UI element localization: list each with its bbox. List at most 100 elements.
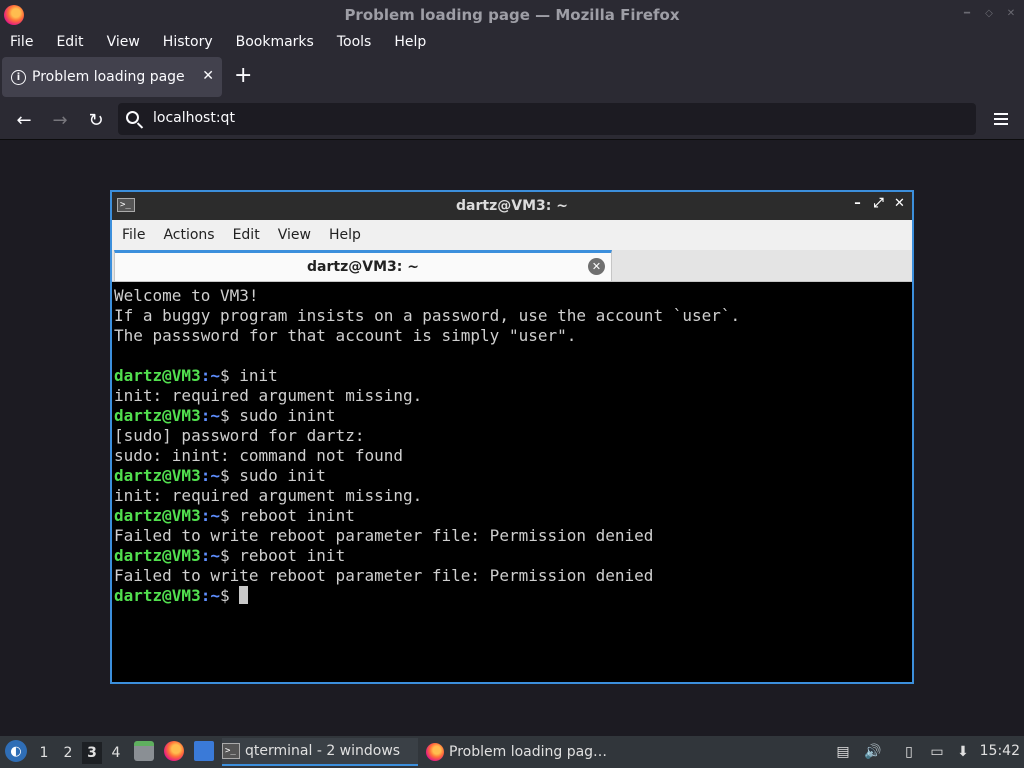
terminal-prompt-line: dartz@VM3:~$ reboot init (114, 546, 910, 566)
prompt-command: $ reboot init (219, 546, 346, 565)
task-label: Problem loading pag… (449, 744, 608, 760)
terminal-output-line: init: required argument missing. (114, 386, 423, 405)
new-tab-button[interactable]: + (234, 64, 252, 88)
minimize-icon[interactable]: – (851, 196, 864, 211)
firefox-window-title: Problem loading page — Mozilla Firefox (344, 6, 680, 24)
terminal-menu-view[interactable]: View (278, 227, 311, 243)
forward-icon[interactable]: → (48, 108, 72, 132)
terminal-prompt-line: dartz@VM3:~$ (114, 586, 910, 606)
prompt-dir: :~ (200, 506, 220, 525)
tab-close-icon[interactable]: ✕ (202, 68, 214, 84)
terminal-titlebar: >_ dartz@VM3: ~ – ⤢ ✕ (112, 192, 912, 220)
firefox-launcher-icon[interactable] (164, 741, 184, 761)
prompt-dir: :~ (200, 546, 220, 565)
terminal-output-line: The passsword for that account is simply… (114, 326, 577, 345)
prompt-dir: :~ (200, 406, 220, 425)
workspace-2[interactable]: 2 (58, 742, 78, 764)
menu-view[interactable]: View (107, 34, 140, 50)
terminal-window-controls: – ⤢ ✕ (851, 196, 906, 211)
firefox-logo-icon (4, 5, 24, 25)
task-label: qterminal - 2 windows (245, 743, 401, 759)
tab-problem-loading[interactable]: i Problem loading page ✕ (2, 57, 222, 97)
terminal-prompt-line: dartz@VM3:~$ reboot inint (114, 506, 910, 526)
updates-icon[interactable]: ⬇ (954, 743, 972, 761)
terminal-output-line: [sudo] password for dartz: (114, 426, 365, 445)
terminal-prompt-line: dartz@VM3:~$ sudo inint (114, 406, 910, 426)
prompt-command: $ sudo inint (219, 406, 336, 425)
terminal-output-line: init: required argument missing. (114, 486, 423, 505)
terminal-menubar: File Actions Edit View Help (112, 220, 912, 250)
prompt-command: $ (219, 586, 240, 605)
workspace-1[interactable]: 1 (34, 742, 54, 764)
terminal-window-title: dartz@VM3: ~ (456, 198, 568, 214)
terminal-menu-help[interactable]: Help (329, 227, 361, 243)
menu-bookmarks[interactable]: Bookmarks (236, 34, 314, 50)
prompt-dir: :~ (200, 366, 220, 385)
clock[interactable]: 15:42 (980, 743, 1020, 759)
terminal-output-line: Failed to write reboot parameter file: P… (114, 566, 654, 585)
close-icon[interactable]: ✕ (1004, 6, 1018, 20)
terminal-tab-label: dartz@VM3: ~ (307, 259, 419, 275)
menu-file[interactable]: File (10, 34, 33, 50)
firefox-icon (426, 743, 444, 761)
firefox-window-controls: ━ ◇ ✕ (960, 6, 1018, 20)
clipboard-tray-icon[interactable]: ▤ (834, 743, 852, 761)
terminal-output-line: Failed to write reboot parameter file: P… (114, 526, 654, 545)
terminal-prompt-line: dartz@VM3:~$ sudo init (114, 466, 910, 486)
terminal-menu-edit[interactable]: Edit (233, 227, 260, 243)
terminal-icon: >_ (222, 743, 240, 759)
search-icon (126, 111, 139, 124)
maximize-icon[interactable]: ⤢ (872, 196, 885, 211)
terminal-output-line: If a buggy program insists on a password… (114, 306, 741, 325)
tab-label: Problem loading page (32, 69, 185, 85)
url-text[interactable]: localhost:qt (153, 110, 235, 126)
taskbar: ◐ 1 2 3 4 >_ qterminal - 2 windows Probl… (0, 736, 1024, 768)
prompt-user: dartz@VM3 (114, 586, 201, 605)
reload-icon[interactable]: ↻ (84, 108, 108, 132)
url-bar[interactable]: localhost:qt (118, 103, 976, 135)
prompt-command: $ reboot inint (219, 506, 355, 525)
prompt-user: dartz@VM3 (114, 546, 201, 565)
prompt-command: $ init (219, 366, 278, 385)
menu-history[interactable]: History (163, 34, 213, 50)
prompt-user: dartz@VM3 (114, 406, 201, 425)
start-menu-icon[interactable]: ◐ (5, 740, 27, 762)
back-icon[interactable]: ← (12, 108, 36, 132)
terminal-output-line: sudo: inint: command not found (114, 446, 403, 465)
hamburger-menu-icon[interactable] (994, 113, 1008, 125)
terminal-tab[interactable]: dartz@VM3: ~ ✕ (114, 250, 612, 282)
firefox-tab-strip: i Problem loading page ✕ + (0, 54, 1024, 100)
show-desktop-icon[interactable] (194, 741, 214, 761)
maximize-icon[interactable]: ◇ (982, 6, 996, 20)
file-manager-icon[interactable] (134, 741, 154, 761)
terminal-output[interactable]: Welcome to VM3! If a buggy program insist… (114, 284, 910, 682)
info-icon: i (11, 69, 26, 85)
tab-close-icon[interactable]: ✕ (588, 258, 605, 275)
workspace-4[interactable]: 4 (106, 742, 126, 764)
firefox-navbar: ← → ↻ localhost:qt (0, 100, 1024, 140)
minimize-icon[interactable]: ━ (960, 6, 974, 20)
task-firefox[interactable]: Problem loading pag… (426, 738, 626, 766)
menu-tools[interactable]: Tools (337, 34, 372, 50)
menu-help[interactable]: Help (394, 34, 426, 50)
menu-edit[interactable]: Edit (56, 34, 83, 50)
terminal-icon: >_ (117, 198, 135, 212)
firefox-titlebar: Problem loading page — Mozilla Firefox ━… (0, 0, 1024, 30)
prompt-user: dartz@VM3 (114, 366, 201, 385)
prompt-user: dartz@VM3 (114, 506, 201, 525)
terminal-menu-actions[interactable]: Actions (163, 227, 214, 243)
qterminal-window: >_ dartz@VM3: ~ – ⤢ ✕ File Actions Edit … (110, 190, 914, 684)
terminal-menu-file[interactable]: File (122, 227, 145, 243)
notes-tray-icon[interactable]: ▯ (900, 743, 918, 761)
network-icon[interactable]: ▭ (928, 743, 946, 761)
workspace-3[interactable]: 3 (82, 742, 102, 764)
prompt-command: $ sudo init (219, 466, 326, 485)
task-qterminal[interactable]: >_ qterminal - 2 windows (222, 738, 418, 766)
prompt-dir: :~ (200, 466, 220, 485)
close-icon[interactable]: ✕ (893, 196, 906, 211)
terminal-prompt-line: dartz@VM3:~$ init (114, 366, 910, 386)
terminal-output-line: Welcome to VM3! (114, 286, 259, 305)
prompt-user: dartz@VM3 (114, 466, 201, 485)
volume-icon[interactable]: 🔊 (864, 743, 882, 761)
